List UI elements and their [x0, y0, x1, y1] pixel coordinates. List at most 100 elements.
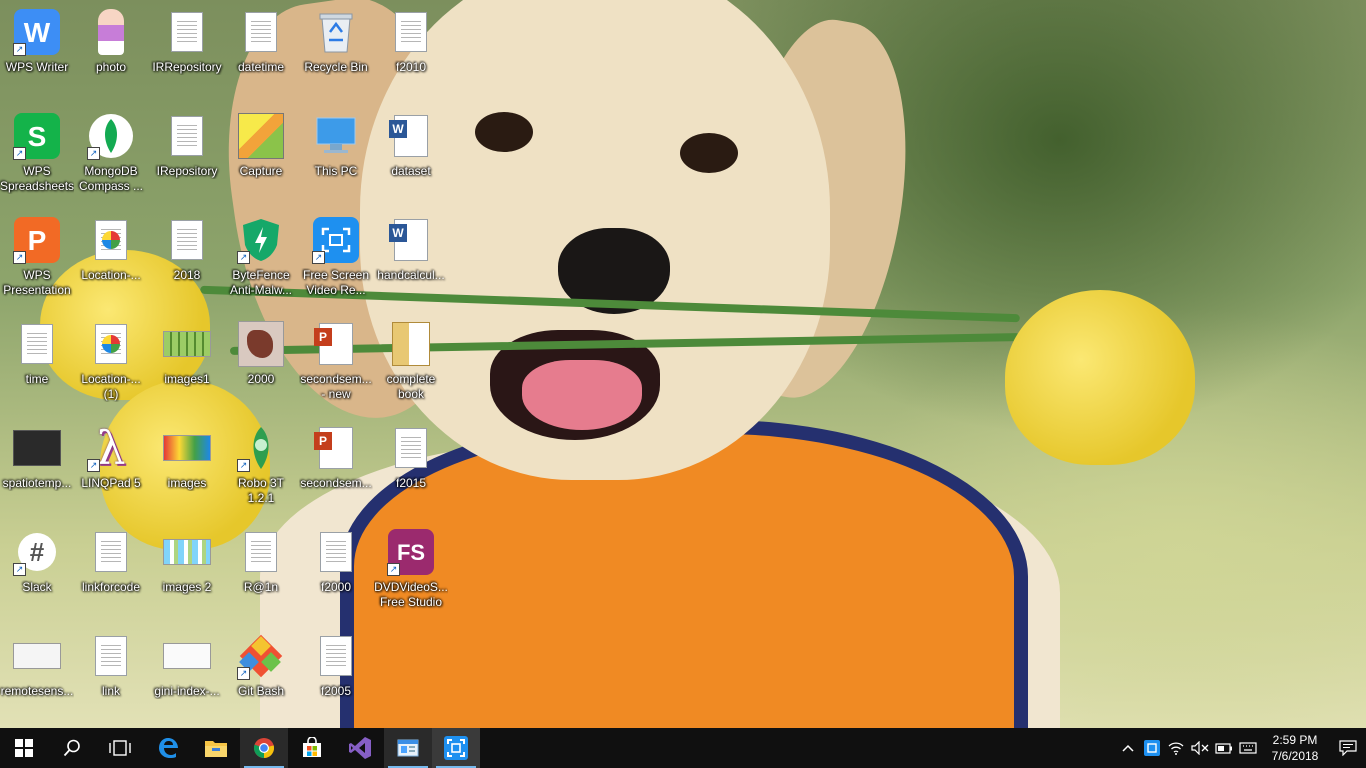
icon-label: link: [101, 684, 120, 698]
desktop-icon-secondsem-new[interactable]: P secondsem... - new: [299, 314, 373, 410]
desktop-icon-dataset[interactable]: W dataset: [374, 106, 448, 202]
control-panel-window-icon: [397, 739, 419, 757]
icon-label: remotesens...: [0, 684, 74, 698]
start-button[interactable]: [0, 728, 48, 768]
file-explorer-folder-icon: [205, 741, 227, 757]
desktop-icon-photo[interactable]: photo: [74, 2, 148, 98]
clock-date: 7/6/2018: [1271, 749, 1319, 763]
document-icon: [171, 12, 203, 52]
desktop-icon-datetime[interactable]: datetime: [224, 2, 298, 98]
search-button[interactable]: [48, 728, 96, 768]
image-thumbnail-icon: [163, 331, 211, 357]
icon-label: Recycle Bin: [304, 60, 368, 74]
icon-label: Location-... (1): [81, 372, 141, 401]
taskbar-clock[interactable]: 2:59 PM 7/6/2018: [1260, 732, 1330, 764]
wallpaper-dog-eye-left: [475, 112, 533, 152]
tray-keyboard-language[interactable]: [1236, 728, 1260, 768]
taskbar-app-edge[interactable]: [144, 728, 192, 768]
tray-battery[interactable]: [1212, 728, 1236, 768]
document-icon: [21, 324, 53, 364]
desktop-icon-dvdvideosoft[interactable]: FS ↗ DVDVideoS... Free Studio: [374, 522, 448, 618]
shortcut-arrow-icon: ↗: [87, 459, 100, 472]
dark-image-icon: [13, 430, 61, 466]
desktop-icon-remotesens[interactable]: remotesens...: [0, 626, 74, 722]
screen-recorder-tray-icon: [1144, 740, 1160, 756]
desktop-icon-mongodb-compass[interactable]: ↗ MongoDB Compass ...: [74, 106, 148, 202]
shortcut-arrow-icon: ↗: [237, 667, 250, 680]
paint-file-icon: [95, 220, 127, 260]
taskbar-app-free-screen-video-recorder[interactable]: [432, 728, 480, 768]
screen-recorder-icon: [444, 736, 468, 760]
desktop-icon-linkforcode[interactable]: linkforcode: [74, 522, 148, 618]
icon-label: handcalcul...: [377, 268, 445, 282]
image-thumbnail-icon: [163, 539, 211, 565]
windows-logo-icon: [15, 739, 33, 757]
desktop-icon-time[interactable]: time: [0, 314, 74, 410]
map-image-icon: [238, 321, 284, 367]
desktop-icon-images-2[interactable]: images 2: [150, 522, 224, 618]
desktop-icon-irepository[interactable]: IRepository: [150, 106, 224, 202]
desktop-icon-gini-index[interactable]: gini-index-...: [150, 626, 224, 722]
image-thumbnail-icon: [163, 435, 211, 461]
desktop-icon-2018[interactable]: 2018: [150, 210, 224, 306]
desktop-icon-bytefence[interactable]: ↗ ByteFence Anti-Malw...: [224, 210, 298, 306]
wallpaper-dog-eye-right: [680, 133, 738, 173]
task-view-button[interactable]: [96, 728, 144, 768]
desktop-icon-wps-writer[interactable]: W ↗ WPS Writer: [0, 2, 74, 98]
icon-label: secondsem...: [300, 476, 372, 490]
taskbar-app-file-explorer[interactable]: [192, 728, 240, 768]
show-hidden-icons-button[interactable]: [1116, 728, 1140, 768]
desktop-icon-irrepository[interactable]: IRRepository: [150, 2, 224, 98]
taskbar-app-chrome[interactable]: [240, 728, 288, 768]
desktop-icon-f2010[interactable]: f2010: [374, 2, 448, 98]
icon-label: IRRepository: [152, 60, 222, 74]
desktop-icon-robo3t[interactable]: ↗ Robo 3T 1.2.1: [224, 418, 298, 514]
desktop-icon-spatiotemp[interactable]: spatiotemp...: [0, 418, 74, 514]
desktop-icon-this-pc[interactable]: This PC: [299, 106, 373, 202]
volume-muted-icon: [1191, 741, 1209, 755]
desktop-icon-f2005[interactable]: f2005: [299, 626, 373, 722]
keyboard-icon: [1239, 742, 1257, 754]
taskbar-app-control-panel[interactable]: [384, 728, 432, 768]
desktop-icon-wps-presentation[interactable]: P ↗ WPS Presentation: [0, 210, 74, 306]
desktop-icon-location[interactable]: Location-...: [74, 210, 148, 306]
desktop-icon-2000[interactable]: 2000: [224, 314, 298, 410]
document-icon: [95, 636, 127, 676]
icon-label: images1: [164, 372, 210, 386]
icon-label: images 2: [162, 580, 212, 594]
icon-label: 2018: [173, 268, 201, 282]
icon-label: datetime: [237, 60, 285, 74]
icon-label: Free Screen Video Re...: [302, 268, 370, 297]
desktop-icon-images1[interactable]: images1: [150, 314, 224, 410]
desktop-icon-wps-spreadsheets[interactable]: S ↗ WPS Spreadsheets: [0, 106, 74, 202]
tray-volume[interactable]: [1188, 728, 1212, 768]
icon-label: 2000: [247, 372, 275, 386]
desktop-icon-complete-book[interactable]: complete book: [374, 314, 448, 410]
desktop-icon-f2015[interactable]: f2015: [374, 418, 448, 514]
desktop-icon-handcalcul[interactable]: W handcalcul...: [374, 210, 448, 306]
desktop-icon-linqpad5[interactable]: λ ↗ LINQPad 5: [74, 418, 148, 514]
image-file-icon: [238, 113, 284, 159]
taskbar-app-visual-studio[interactable]: [336, 728, 384, 768]
desktop-icon-slack[interactable]: # ↗ Slack: [0, 522, 74, 618]
icon-label: f2005: [320, 684, 352, 698]
icon-label: time: [25, 372, 49, 386]
desktop-icon-secondsem[interactable]: P secondsem...: [299, 418, 373, 514]
desktop-icon-location-1[interactable]: Location-... (1): [74, 314, 148, 410]
icon-label: photo: [95, 60, 127, 74]
action-center-button[interactable]: [1330, 740, 1366, 756]
desktop-icon-images[interactable]: images: [150, 418, 224, 514]
desktop-icon-recycle-bin[interactable]: Recycle Bin: [299, 2, 373, 98]
desktop-icon-link[interactable]: link: [74, 626, 148, 722]
desktop-icon-capture[interactable]: Capture: [224, 106, 298, 202]
desktop-icon-git-bash[interactable]: ↗ Git Bash: [224, 626, 298, 722]
tray-screen-recorder[interactable]: [1140, 728, 1164, 768]
desktop-icon-f2000[interactable]: f2000: [299, 522, 373, 618]
shortcut-arrow-icon: ↗: [13, 563, 26, 576]
desktop-icon-free-screen-video-recorder[interactable]: ↗ Free Screen Video Re...: [299, 210, 373, 306]
desktop-icon-r1n[interactable]: R@1n: [224, 522, 298, 618]
tray-network[interactable]: [1164, 728, 1188, 768]
document-icon: [320, 636, 352, 676]
system-tray: 2:59 PM 7/6/2018: [1116, 728, 1366, 768]
taskbar-app-store[interactable]: [288, 728, 336, 768]
